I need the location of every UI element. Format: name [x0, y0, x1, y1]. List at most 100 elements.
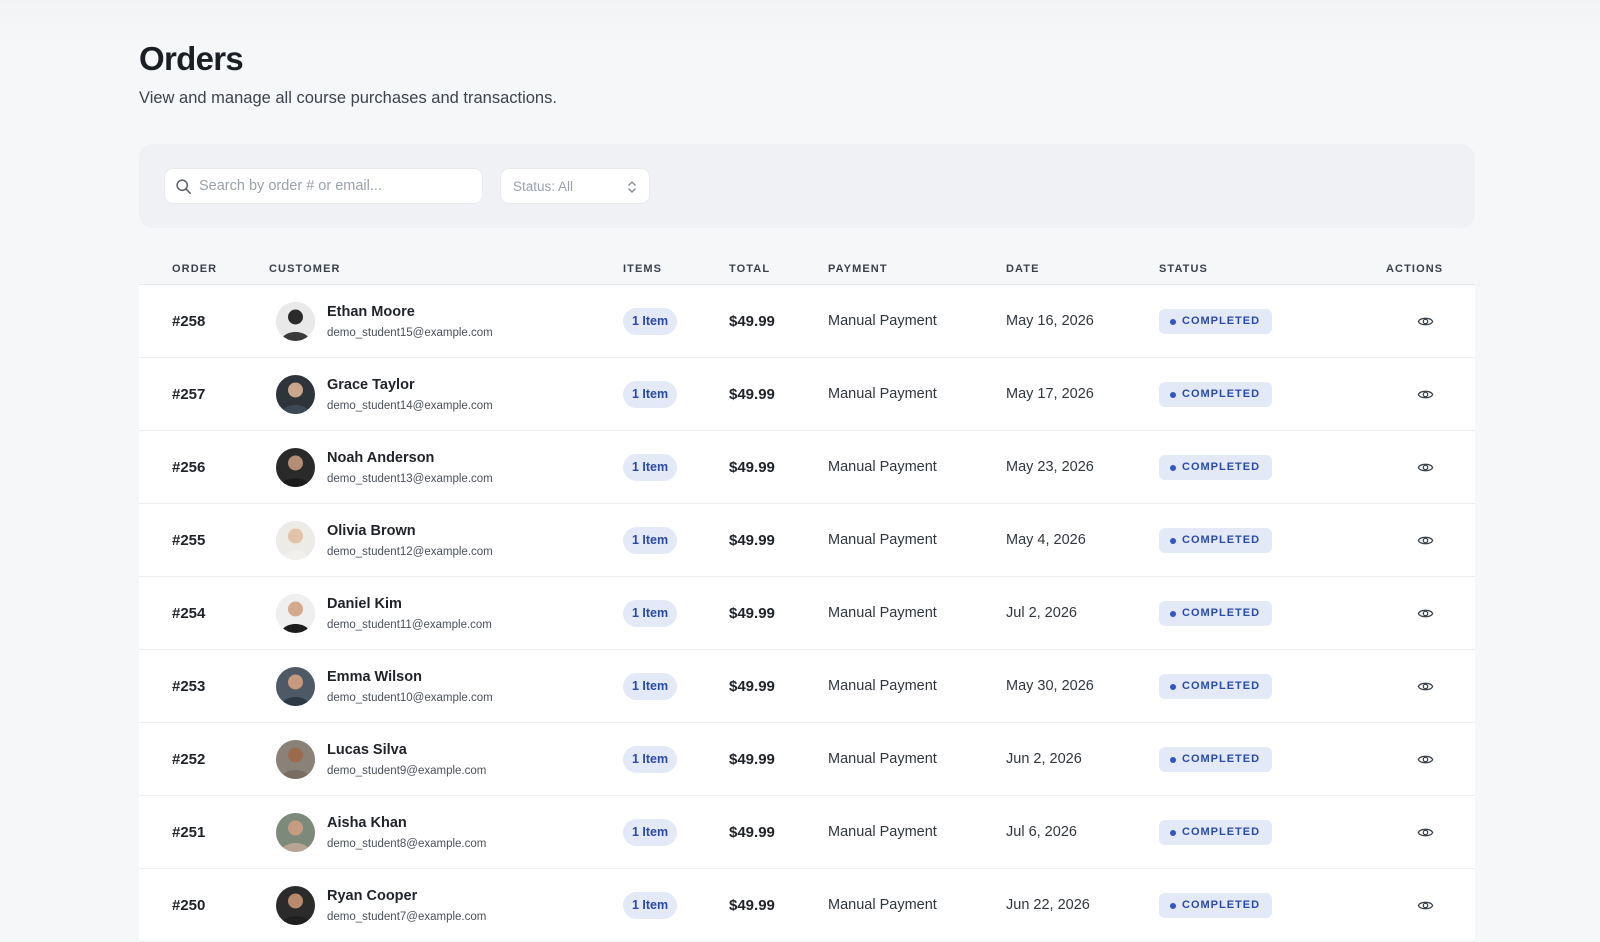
column-header-payment[interactable]: PAYMENT [828, 263, 888, 275]
order-date: May 4, 2026 [1006, 532, 1086, 548]
search-input[interactable] [199, 169, 469, 203]
items-badge: 1 Item [623, 527, 678, 554]
status-label: COMPLETED [1182, 607, 1261, 619]
items-badge: 1 Item [623, 892, 678, 919]
avatar [276, 740, 315, 779]
customer-email: demo_student7@example.com [327, 911, 487, 923]
table-row[interactable]: #254 Daniel Kim demo_student11@example.c… [139, 577, 1475, 650]
order-total: $49.99 [729, 532, 775, 549]
status-label: COMPLETED [1182, 461, 1261, 473]
top-bar-fade [0, 0, 1600, 42]
items-badge: 1 Item [623, 600, 678, 627]
customer-email: demo_student8@example.com [327, 838, 487, 850]
status-badge: COMPLETED [1159, 528, 1273, 553]
table-row[interactable]: #257 Grace Taylor demo_student14@example… [139, 358, 1475, 431]
customer-email: demo_student12@example.com [327, 546, 493, 558]
order-date: May 17, 2026 [1006, 386, 1094, 402]
avatar-icon [276, 667, 315, 706]
order-number[interactable]: #251 [172, 824, 205, 841]
orders-table: ORDER CUSTOMER ITEMS TOTAL PAYMENT DATE … [139, 250, 1475, 942]
customer-email: demo_student14@example.com [327, 400, 493, 412]
column-header-customer[interactable]: CUSTOMER [269, 263, 341, 275]
search-box[interactable] [164, 168, 483, 204]
eye-icon[interactable] [1417, 532, 1434, 549]
eye-icon[interactable] [1417, 386, 1434, 403]
column-header-status[interactable]: STATUS [1159, 263, 1208, 275]
customer-name: Daniel Kim [327, 596, 402, 612]
order-number[interactable]: #253 [172, 678, 205, 695]
customer-name: Ryan Cooper [327, 888, 418, 904]
payment-method: Manual Payment [828, 459, 937, 475]
table-row[interactable]: #250 Ryan Cooper demo_student7@example.c… [139, 869, 1475, 942]
eye-icon[interactable] [1417, 751, 1434, 768]
customer-name: Emma Wilson [327, 669, 422, 685]
status-dot [1170, 464, 1176, 471]
payment-method: Manual Payment [828, 824, 937, 840]
eye-icon[interactable] [1417, 313, 1434, 330]
status-dot [1170, 391, 1176, 398]
search-icon [176, 179, 192, 195]
status-badge: COMPLETED [1159, 674, 1273, 699]
customer-name: Olivia Brown [327, 523, 416, 539]
column-header-actions: ACTIONS [1386, 263, 1444, 275]
order-date: Jul 6, 2026 [1006, 824, 1077, 840]
avatar [276, 813, 315, 852]
table-row[interactable]: #256 Noah Anderson demo_student13@exampl… [139, 431, 1475, 504]
order-number[interactable]: #257 [172, 386, 205, 403]
status-badge: COMPLETED [1159, 601, 1273, 626]
eye-icon[interactable] [1417, 678, 1434, 695]
avatar-icon [276, 302, 315, 341]
eye-icon[interactable] [1417, 605, 1434, 622]
status-dot [1170, 829, 1176, 836]
order-number[interactable]: #254 [172, 605, 205, 622]
avatar [276, 594, 315, 633]
avatar-icon [276, 740, 315, 779]
avatar-icon [276, 886, 315, 925]
customer-email: demo_student10@example.com [327, 692, 493, 704]
customer-email: demo_student11@example.com [327, 619, 492, 631]
table-row[interactable]: #252 Lucas Silva demo_student9@example.c… [139, 723, 1475, 796]
items-badge: 1 Item [623, 819, 678, 846]
payment-method: Manual Payment [828, 897, 937, 913]
filter-bar: Status: All [139, 144, 1475, 228]
order-number[interactable]: #255 [172, 532, 205, 549]
table-row[interactable]: #255 Olivia Brown demo_student12@example… [139, 504, 1475, 577]
order-date: Jun 22, 2026 [1006, 897, 1090, 913]
customer-name: Aisha Khan [327, 815, 407, 831]
eye-icon[interactable] [1417, 824, 1434, 841]
status-badge: COMPLETED [1159, 455, 1273, 480]
table-row[interactable]: #253 Emma Wilson demo_student10@example.… [139, 650, 1475, 723]
items-badge: 1 Item [623, 746, 678, 773]
status-filter-select[interactable]: Status: All [500, 168, 650, 204]
order-date: May 30, 2026 [1006, 678, 1094, 694]
eye-icon[interactable] [1417, 459, 1434, 476]
table-row[interactable]: #258 Ethan Moore demo_student15@example.… [139, 285, 1475, 358]
order-number[interactable]: #252 [172, 751, 205, 768]
avatar-icon [276, 813, 315, 852]
payment-method: Manual Payment [828, 386, 937, 402]
status-dot [1170, 610, 1176, 617]
order-number[interactable]: #258 [172, 313, 205, 330]
customer-name: Lucas Silva [327, 742, 407, 758]
column-header-items[interactable]: ITEMS [623, 263, 662, 275]
column-header-order[interactable]: ORDER [172, 263, 217, 275]
avatar-icon [276, 375, 315, 414]
table-header: ORDER CUSTOMER ITEMS TOTAL PAYMENT DATE … [139, 250, 1475, 285]
status-label: COMPLETED [1182, 753, 1261, 765]
status-badge: COMPLETED [1159, 820, 1273, 845]
avatar [276, 375, 315, 414]
order-date: Jun 2, 2026 [1006, 751, 1082, 767]
column-header-date[interactable]: DATE [1006, 263, 1040, 275]
column-header-total[interactable]: TOTAL [729, 263, 770, 275]
order-number[interactable]: #256 [172, 459, 205, 476]
order-date: May 16, 2026 [1006, 313, 1094, 329]
customer-name: Noah Anderson [327, 450, 435, 466]
items-badge: 1 Item [623, 673, 678, 700]
order-total: $49.99 [729, 824, 775, 841]
table-body: #258 Ethan Moore demo_student15@example.… [139, 285, 1475, 942]
table-row[interactable]: #251 Aisha Khan demo_student8@example.co… [139, 796, 1475, 869]
payment-method: Manual Payment [828, 313, 937, 329]
customer-email: demo_student15@example.com [327, 327, 493, 339]
status-dot [1170, 683, 1176, 690]
status-badge: COMPLETED [1159, 747, 1273, 772]
